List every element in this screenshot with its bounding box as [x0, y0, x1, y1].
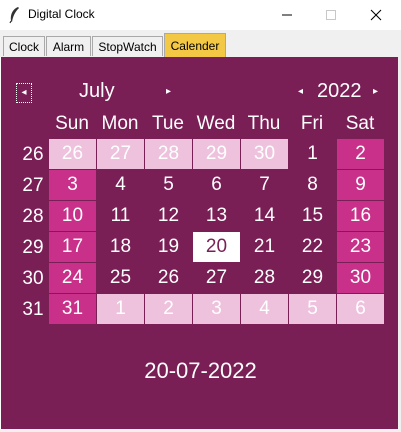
day-cell[interactable]: 31 — [49, 294, 96, 324]
chevron-left-icon: ◂ — [298, 86, 304, 97]
day-cell[interactable]: 16 — [337, 201, 384, 231]
chevron-left-icon: ◂ — [21, 87, 27, 98]
selected-date-label: 20-07-2022 — [144, 358, 257, 383]
day-cell[interactable]: 27 — [193, 263, 240, 293]
week-number: 29 — [22, 237, 44, 258]
tab-clock[interactable]: Clock — [3, 36, 45, 56]
day-cell[interactable]: 8 — [289, 170, 336, 200]
day-cell[interactable]: 17 — [49, 232, 96, 262]
day-cell[interactable]: 1 — [97, 294, 144, 324]
window-title: Digital Clock — [28, 7, 95, 21]
day-cell[interactable]: 18 — [97, 232, 144, 262]
day-cell[interactable]: 6 — [193, 170, 240, 200]
day-cell[interactable]: 28 — [145, 139, 192, 169]
prev-month-button[interactable]: ◂ — [16, 83, 32, 103]
weekday-header: Wed — [196, 113, 236, 134]
week-number: 31 — [22, 299, 44, 320]
day-cell[interactable]: 28 — [241, 263, 288, 293]
day-cell[interactable]: 21 — [241, 232, 288, 262]
week-number: 26 — [22, 144, 44, 165]
weekday-header: Tue — [151, 113, 185, 134]
day-cell[interactable]: 10 — [49, 201, 96, 231]
day-cell[interactable]: 4 — [97, 170, 144, 200]
tab-stopwatch[interactable]: StopWatch — [92, 36, 163, 56]
tab-bar: Clock Alarm StopWatch Calender — [0, 30, 401, 57]
week-number: 27 — [22, 175, 44, 196]
day-cell[interactable]: 5 — [145, 170, 192, 200]
day-cell[interactable]: 2 — [337, 139, 384, 169]
weekday-header: Sat — [345, 113, 375, 134]
close-button[interactable] — [353, 0, 399, 30]
chevron-right-icon: ▸ — [166, 86, 172, 97]
month-label: July — [79, 80, 115, 102]
day-cell[interactable]: 6 — [337, 294, 384, 324]
day-cell[interactable]: 4 — [241, 294, 288, 324]
day-cell[interactable]: 15 — [289, 201, 336, 231]
prev-year-button[interactable]: ◂ — [298, 86, 303, 97]
feather-icon — [9, 7, 19, 24]
day-cell[interactable]: 30 — [241, 139, 288, 169]
day-cell[interactable]: 22 — [289, 232, 336, 262]
day-cell[interactable]: 27 — [97, 139, 144, 169]
day-cell[interactable]: 13 — [193, 201, 240, 231]
day-cell[interactable]: 5 — [289, 294, 336, 324]
day-cell[interactable]: 25 — [97, 263, 144, 293]
day-cell[interactable]: 9 — [337, 170, 384, 200]
day-cell[interactable]: 26 — [145, 263, 192, 293]
title-bar: Digital Clock — [0, 0, 401, 30]
minimize-button[interactable] — [264, 0, 310, 30]
day-cell[interactable]: 14 — [241, 201, 288, 231]
tab-calender[interactable]: Calender — [164, 33, 226, 57]
day-cell[interactable]: 29 — [193, 139, 240, 169]
weekday-header: Fri — [300, 113, 324, 134]
close-icon — [370, 9, 382, 21]
day-cell[interactable]: 19 — [145, 232, 192, 262]
day-cell[interactable]: 1 — [289, 139, 336, 169]
week-number: 30 — [22, 268, 44, 289]
week-number: 28 — [22, 206, 44, 227]
maximize-button[interactable] — [308, 0, 354, 30]
year-label: 2022 — [317, 80, 362, 102]
day-cell[interactable]: 11 — [97, 201, 144, 231]
weekday-header: Thu — [247, 113, 281, 134]
weekday-header: Mon — [101, 113, 139, 134]
day-cell[interactable]: 2 — [145, 294, 192, 324]
day-cell[interactable]: 24 — [49, 263, 96, 293]
day-cell[interactable]: 29 — [289, 263, 336, 293]
day-cell[interactable]: 7 — [241, 170, 288, 200]
day-cell[interactable]: 30 — [337, 263, 384, 293]
day-cell[interactable]: 3 — [49, 170, 96, 200]
tab-alarm[interactable]: Alarm — [46, 36, 91, 56]
next-year-button[interactable]: ▸ — [373, 86, 378, 97]
weekday-header: Sun — [55, 113, 89, 134]
day-cell[interactable]: 12 — [145, 201, 192, 231]
day-cell[interactable]: 26 — [49, 139, 96, 169]
minimize-icon — [282, 14, 292, 16]
day-cell[interactable]: 23 — [337, 232, 384, 262]
day-cell[interactable]: 3 — [193, 294, 240, 324]
next-month-button[interactable]: ▸ — [166, 86, 171, 97]
day-cell-selected[interactable]: 20 — [193, 232, 240, 262]
maximize-icon — [326, 10, 336, 20]
chevron-right-icon: ▸ — [373, 86, 379, 97]
